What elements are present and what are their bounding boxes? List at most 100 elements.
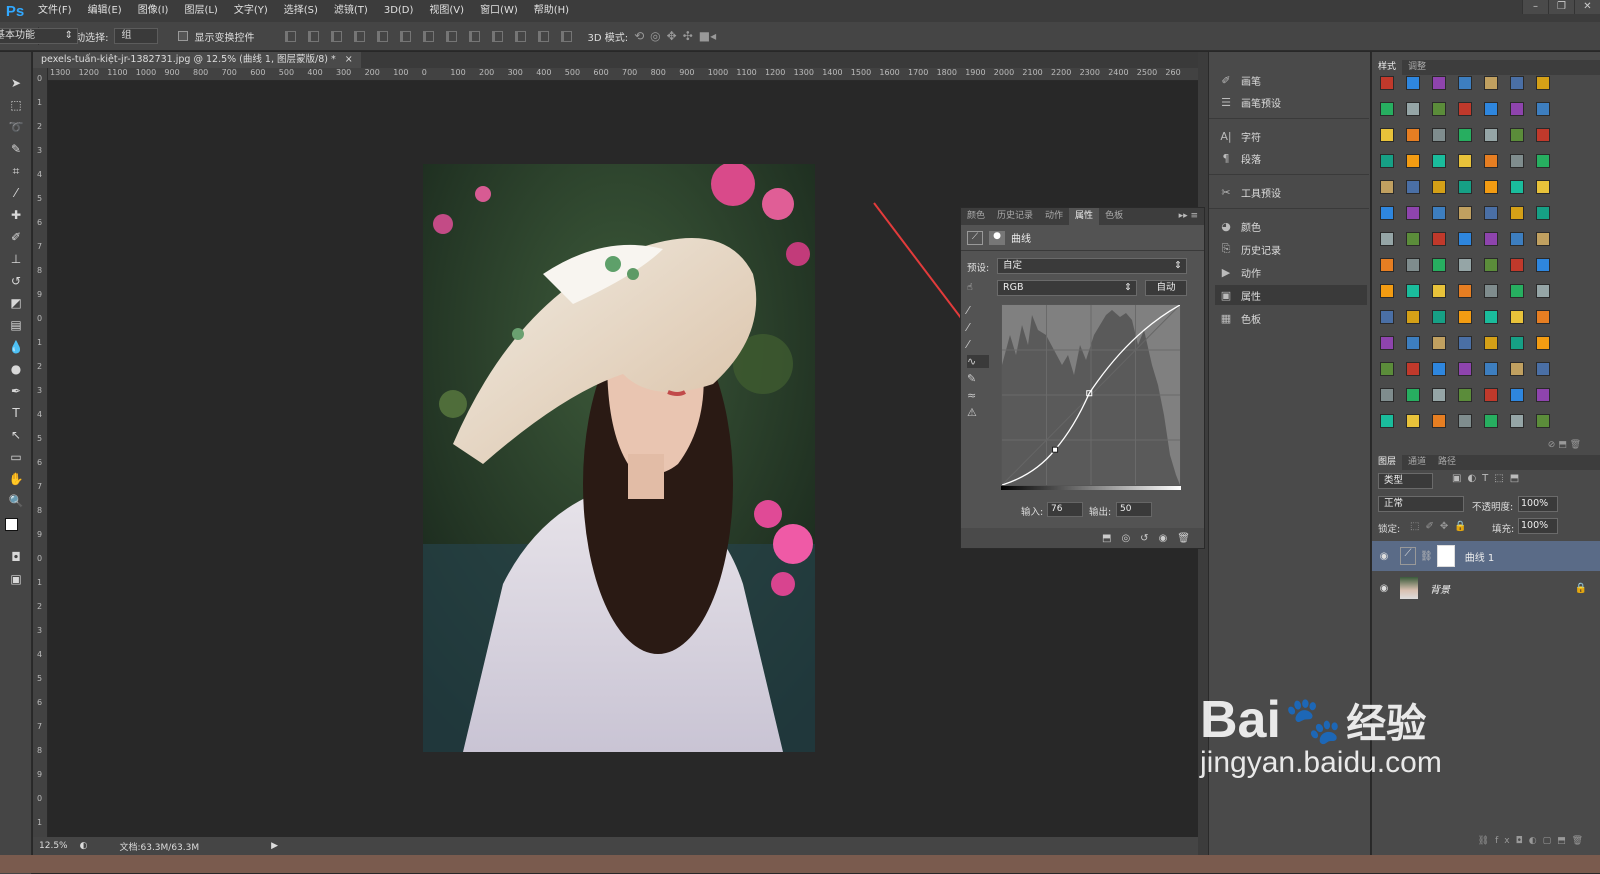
curves-adjustment-icon[interactable]: ⟋ xyxy=(967,230,983,245)
style-swatch[interactable] xyxy=(1536,388,1550,402)
style-swatch[interactable] xyxy=(1510,388,1524,402)
style-swatch[interactable] xyxy=(1380,102,1394,116)
tab-adjustments[interactable]: 调整 xyxy=(1402,60,1432,75)
style-swatch[interactable] xyxy=(1380,180,1394,194)
style-swatch[interactable] xyxy=(1484,388,1498,402)
style-swatch[interactable] xyxy=(1458,76,1472,90)
style-swatch[interactable] xyxy=(1536,362,1550,376)
style-swatch[interactable] xyxy=(1536,128,1550,142)
gray-point-eyedropper-icon[interactable]: ⁄ xyxy=(967,321,989,334)
style-swatch[interactable] xyxy=(1510,180,1524,194)
style-swatch[interactable] xyxy=(1406,180,1420,194)
style-swatch[interactable] xyxy=(1484,310,1498,324)
style-swatch[interactable] xyxy=(1406,284,1420,298)
lock-icons[interactable]: ⬚✐✥🔒 xyxy=(1410,521,1473,532)
style-swatch[interactable] xyxy=(1536,154,1550,168)
style-swatch[interactable] xyxy=(1406,102,1420,116)
lasso-tool-icon[interactable]: ➰ xyxy=(6,118,26,136)
healing-tool-icon[interactable]: ✚ xyxy=(6,206,26,224)
style-swatch[interactable] xyxy=(1380,388,1394,402)
style-swatch[interactable] xyxy=(1484,102,1498,116)
curves-graph[interactable] xyxy=(1001,304,1181,486)
style-swatch[interactable] xyxy=(1536,76,1550,90)
style-swatch[interactable] xyxy=(1432,362,1446,376)
panel-swatches[interactable]: ▦ 色板 xyxy=(1215,308,1367,328)
style-swatch[interactable] xyxy=(1458,154,1472,168)
style-swatch[interactable] xyxy=(1432,102,1446,116)
distribute-vcenter-icon[interactable] xyxy=(446,30,458,42)
style-swatch[interactable] xyxy=(1458,206,1472,220)
style-swatch[interactable] xyxy=(1536,336,1550,350)
tab-channels[interactable]: 通道 xyxy=(1402,455,1432,470)
pen-tool-icon[interactable]: ✒ xyxy=(6,382,26,400)
style-swatch[interactable] xyxy=(1432,284,1446,298)
show-transform-checkbox[interactable] xyxy=(178,31,189,41)
tab-color[interactable]: 颜色 xyxy=(961,208,991,225)
restore-button[interactable]: ❐ xyxy=(1548,0,1574,14)
style-swatch[interactable] xyxy=(1536,206,1550,220)
layer-name[interactable]: 曲线 1 xyxy=(1465,549,1495,564)
3d-rotate-icon[interactable]: ⟲ xyxy=(634,29,644,43)
preset-dropdown[interactable]: 自定 ⇕ xyxy=(997,258,1187,274)
screen-mode-icon[interactable]: ▣ xyxy=(6,570,26,588)
opacity-field[interactable]: 100% xyxy=(1518,496,1558,512)
style-swatch[interactable] xyxy=(1510,76,1524,90)
style-swatch[interactable] xyxy=(1380,284,1394,298)
distribute-top-icon[interactable] xyxy=(423,30,435,42)
view-previous-icon[interactable]: ◎ xyxy=(1121,533,1130,544)
style-swatch[interactable] xyxy=(1510,414,1524,428)
status-menu-arrow[interactable]: ▶ xyxy=(271,841,278,851)
style-swatch[interactable] xyxy=(1536,284,1550,298)
style-swatch[interactable] xyxy=(1484,180,1498,194)
style-swatch[interactable] xyxy=(1458,180,1472,194)
style-swatch[interactable] xyxy=(1458,362,1472,376)
type-tool-icon[interactable]: T xyxy=(6,404,26,422)
style-swatch[interactable] xyxy=(1458,102,1472,116)
style-swatch[interactable] xyxy=(1432,232,1446,246)
style-swatch[interactable] xyxy=(1458,128,1472,142)
move-tool-icon[interactable]: ➤ xyxy=(6,74,26,92)
style-swatch[interactable] xyxy=(1536,310,1550,324)
style-swatch[interactable] xyxy=(1406,128,1420,142)
menu-file[interactable]: 文件(F) xyxy=(30,0,80,22)
white-point-eyedropper-icon[interactable]: ⁄ xyxy=(967,338,989,351)
style-swatch[interactable] xyxy=(1536,414,1550,428)
style-swatch[interactable] xyxy=(1510,362,1524,376)
style-swatch[interactable] xyxy=(1458,310,1472,324)
style-swatch[interactable] xyxy=(1510,284,1524,298)
style-swatch[interactable] xyxy=(1380,128,1394,142)
style-swatch[interactable] xyxy=(1536,232,1550,246)
style-swatch[interactable] xyxy=(1380,310,1394,324)
style-swatch[interactable] xyxy=(1432,258,1446,272)
tab-layers[interactable]: 图层 xyxy=(1372,455,1403,470)
auto-select-dropdown[interactable]: 组 xyxy=(114,28,159,44)
style-swatch[interactable] xyxy=(1406,414,1420,428)
crop-tool-icon[interactable]: ⌗ xyxy=(6,162,26,180)
style-swatch[interactable] xyxy=(1458,388,1472,402)
visibility-eye-icon[interactable]: ◉ xyxy=(1372,583,1396,594)
eyedropper-tool-icon[interactable]: ⁄ xyxy=(6,184,26,202)
3d-scale-icon[interactable]: ■◂ xyxy=(699,29,716,43)
input-field[interactable]: 76 xyxy=(1047,502,1083,517)
style-swatch[interactable] xyxy=(1406,76,1420,90)
layer-filter-icons[interactable]: ▣◐T⬚⬒ xyxy=(1452,473,1525,484)
menu-type[interactable]: 文字(Y) xyxy=(226,0,276,22)
3d-pan-icon[interactable]: ✥ xyxy=(667,29,677,43)
stamp-tool-icon[interactable]: ⊥ xyxy=(6,250,26,268)
style-swatch[interactable] xyxy=(1484,76,1498,90)
layer-name[interactable]: 背景 xyxy=(1430,581,1450,596)
auto-button[interactable]: 自动 xyxy=(1145,280,1187,296)
tab-styles[interactable]: 样式 xyxy=(1372,60,1403,75)
panel-character[interactable]: A| 字符 xyxy=(1215,126,1367,146)
style-swatch[interactable] xyxy=(1432,206,1446,220)
style-swatch[interactable] xyxy=(1510,102,1524,116)
workspace-dropdown[interactable]: 基本功能⇕ xyxy=(0,28,78,44)
layer-mask-thumbnail[interactable] xyxy=(1436,545,1455,567)
style-swatch[interactable] xyxy=(1484,414,1498,428)
style-swatch[interactable] xyxy=(1432,414,1446,428)
menu-image[interactable]: 图像(I) xyxy=(130,0,177,22)
targeted-adjust-icon[interactable]: ☝ xyxy=(967,282,973,293)
shape-tool-icon[interactable]: ▭ xyxy=(6,448,26,466)
align-right-icon[interactable] xyxy=(400,30,412,42)
panel-color[interactable]: ◕ 颜色 xyxy=(1215,216,1367,236)
